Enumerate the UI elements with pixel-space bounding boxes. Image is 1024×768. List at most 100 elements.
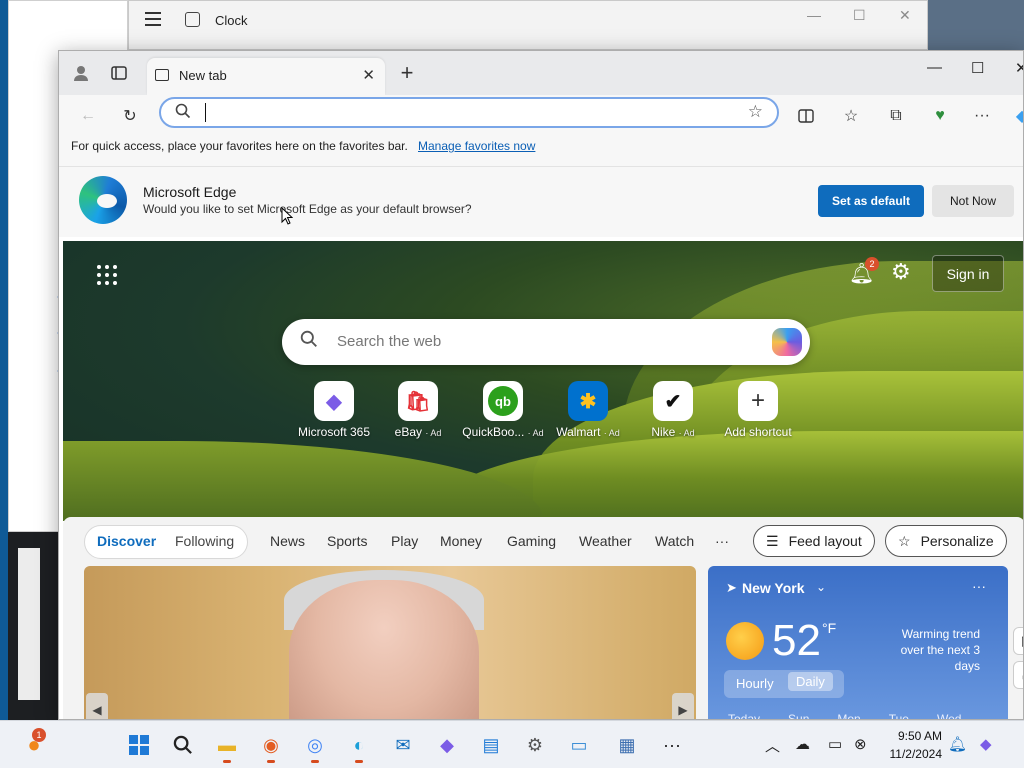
close-button[interactable]: ✕ bbox=[1015, 59, 1023, 77]
new-tab-hero: 🔔︎ 2 ⚙ Sign in Search the web ◆ Microsof… bbox=[63, 241, 1023, 521]
browser-essentials-icon[interactable]: ♥ bbox=[927, 103, 953, 129]
notifications-badge: 2 bbox=[865, 257, 879, 271]
shortcut-nike[interactable]: ✔ Nike · Ad bbox=[628, 381, 718, 439]
address-input[interactable] bbox=[205, 103, 705, 122]
new-tab-button[interactable]: + bbox=[395, 60, 419, 86]
maximize-button[interactable]: ☐ bbox=[971, 59, 984, 77]
accessibility-icon[interactable]: ⊗ bbox=[854, 735, 867, 753]
tab-money[interactable]: Money bbox=[440, 533, 482, 549]
tab-following[interactable]: Following bbox=[175, 533, 234, 549]
onedrive-icon[interactable]: ☁ bbox=[795, 735, 810, 753]
settings-gear-icon[interactable]: ⚙ bbox=[521, 731, 549, 759]
news-card-image[interactable]: ◀ ▶ bbox=[84, 566, 696, 719]
add-shortcut-button[interactable]: + Add shortcut bbox=[713, 381, 803, 439]
manage-favorites-link[interactable]: Manage favorites now bbox=[418, 139, 535, 153]
calculator-icon[interactable]: ▦ bbox=[613, 731, 641, 759]
tab-weather[interactable]: Weather bbox=[579, 533, 632, 549]
feed-layout-button[interactable]: ☰ Feed layout bbox=[753, 525, 875, 557]
file-explorer-icon[interactable]: ▬ bbox=[213, 731, 241, 759]
start-windows-icon[interactable] bbox=[125, 731, 153, 759]
minimize-button[interactable]: — bbox=[927, 59, 942, 76]
maximize-button[interactable]: ☐ bbox=[853, 7, 866, 24]
refresh-icon[interactable]: ↻ bbox=[117, 103, 143, 129]
tab-actions-icon[interactable] bbox=[107, 61, 131, 85]
copilot-icon[interactable]: ◆ bbox=[1009, 103, 1023, 129]
tab-daily[interactable]: Daily bbox=[788, 672, 833, 691]
favorite-star-icon[interactable]: ☆ bbox=[748, 102, 763, 122]
carousel-prev-icon[interactable]: ◀ bbox=[86, 693, 108, 719]
chrome-icon[interactable]: ◎ bbox=[301, 731, 329, 759]
not-now-button[interactable]: Not Now bbox=[932, 185, 1014, 217]
more-apps-icon[interactable]: ··· bbox=[658, 731, 686, 759]
set-as-default-button[interactable]: Set as default bbox=[818, 185, 924, 217]
search-icon bbox=[175, 103, 191, 124]
expand-icon[interactable]: ⤢ bbox=[1013, 661, 1023, 689]
sign-in-button[interactable]: Sign in bbox=[932, 255, 1004, 292]
mouse-cursor-icon bbox=[281, 207, 293, 225]
favorites-icon[interactable]: ☆ bbox=[838, 103, 864, 129]
ebay-icon: 🛍 bbox=[398, 381, 438, 421]
tab-sports[interactable]: Sports bbox=[327, 533, 367, 549]
microsoft-365-icon: ◆ bbox=[314, 381, 354, 421]
collections-icon[interactable]: ⧉ bbox=[883, 103, 909, 129]
weather-card[interactable]: ➤ New York ⌄ ··· 52 °F Warming trend ove… bbox=[708, 566, 1008, 720]
search-icon[interactable] bbox=[169, 731, 197, 759]
weather-location[interactable]: New York bbox=[742, 580, 805, 596]
title-bar: New tab ✕ + — ☐ ✕ bbox=[59, 51, 1023, 95]
settings-and-more-icon[interactable]: ··· bbox=[969, 103, 995, 129]
clock-window-title: Clock bbox=[215, 13, 248, 28]
favorites-bar-message: For quick access, place your favorites h… bbox=[71, 139, 408, 153]
clock-app-window: Clock — ☐ ✕ bbox=[128, 0, 928, 50]
minimize-button[interactable]: — bbox=[807, 7, 821, 23]
temperature-unit[interactable]: °F bbox=[822, 620, 836, 636]
ad-label: · Ad bbox=[527, 428, 544, 438]
tab-watch[interactable]: Watch bbox=[655, 533, 694, 549]
shortcut-microsoft-365[interactable]: ◆ Microsoft 365 bbox=[289, 381, 379, 439]
personalize-button[interactable]: ☆ Personalize bbox=[885, 525, 1007, 557]
web-search-box[interactable]: Search the web bbox=[282, 319, 810, 365]
chevron-down-icon[interactable]: ⌄ bbox=[816, 580, 826, 594]
taskbar-time[interactable]: 9:50 AM bbox=[886, 729, 942, 743]
show-hidden-icons-chevron-icon[interactable]: ︿ bbox=[765, 735, 780, 756]
clock-app-icon bbox=[185, 12, 200, 27]
close-tab-icon[interactable]: ✕ bbox=[362, 66, 375, 84]
address-bar[interactable]: ☆ bbox=[159, 97, 779, 128]
tab-play[interactable]: Play bbox=[391, 533, 418, 549]
tab-hourly[interactable]: Hourly bbox=[736, 676, 774, 691]
page-settings-gear-icon[interactable]: ⚙ bbox=[891, 259, 911, 285]
shortcut-walmart[interactable]: ✱ Walmart · Ad bbox=[543, 381, 633, 439]
split-screen-icon[interactable] bbox=[793, 103, 819, 129]
firefox-icon[interactable]: ◉ bbox=[257, 731, 285, 759]
close-button[interactable]: ✕ bbox=[899, 7, 911, 24]
notification-bell-icon[interactable]: 🔔︎ bbox=[948, 735, 967, 753]
more-options-icon[interactable]: ··· bbox=[972, 578, 986, 594]
more-tabs-button[interactable]: ··· bbox=[715, 533, 729, 549]
ad-label: · Ad bbox=[603, 428, 620, 438]
tab-gaming[interactable]: Gaming bbox=[507, 533, 556, 549]
tab-new-tab[interactable]: New tab ✕ bbox=[147, 58, 385, 95]
microsoft-365-icon[interactable]: ◆ bbox=[433, 731, 461, 759]
new-tab-page-icon bbox=[155, 69, 169, 81]
notepad-icon[interactable]: ▤ bbox=[477, 731, 505, 759]
edge-icon[interactable]: ◐ bbox=[345, 731, 373, 759]
tab-news[interactable]: News bbox=[270, 533, 305, 549]
outlook-icon[interactable]: ✉ bbox=[389, 731, 417, 759]
hamburger-menu-icon[interactable] bbox=[145, 12, 161, 26]
personalize-label: Personalize bbox=[920, 533, 994, 549]
apps-launcher-icon[interactable] bbox=[97, 265, 117, 285]
remote-desktop-icon[interactable]: ▭ bbox=[565, 731, 593, 759]
network-icon[interactable]: ▭ bbox=[828, 735, 842, 753]
copilot-icon[interactable] bbox=[772, 328, 802, 356]
image-search-icon[interactable]: ▣ bbox=[1013, 627, 1023, 655]
copilot-icon[interactable]: ◆ bbox=[980, 735, 992, 753]
shortcut-label: eBay bbox=[394, 425, 422, 439]
forecast-day: Tue bbox=[888, 712, 909, 720]
trend-subtitle: over the next 3 days bbox=[900, 643, 980, 673]
tab-discover[interactable]: Discover bbox=[97, 533, 156, 549]
back-arrow-icon[interactable]: ← bbox=[75, 103, 101, 129]
shortcut-quickbooks[interactable]: qb QuickBoo... · Ad bbox=[458, 381, 548, 439]
shortcut-ebay[interactable]: 🛍 eBay · Ad bbox=[373, 381, 463, 439]
profile-icon[interactable] bbox=[69, 61, 93, 85]
carousel-next-icon[interactable]: ▶ bbox=[672, 693, 694, 719]
taskbar-date[interactable]: 11/2/2024 bbox=[886, 747, 943, 761]
